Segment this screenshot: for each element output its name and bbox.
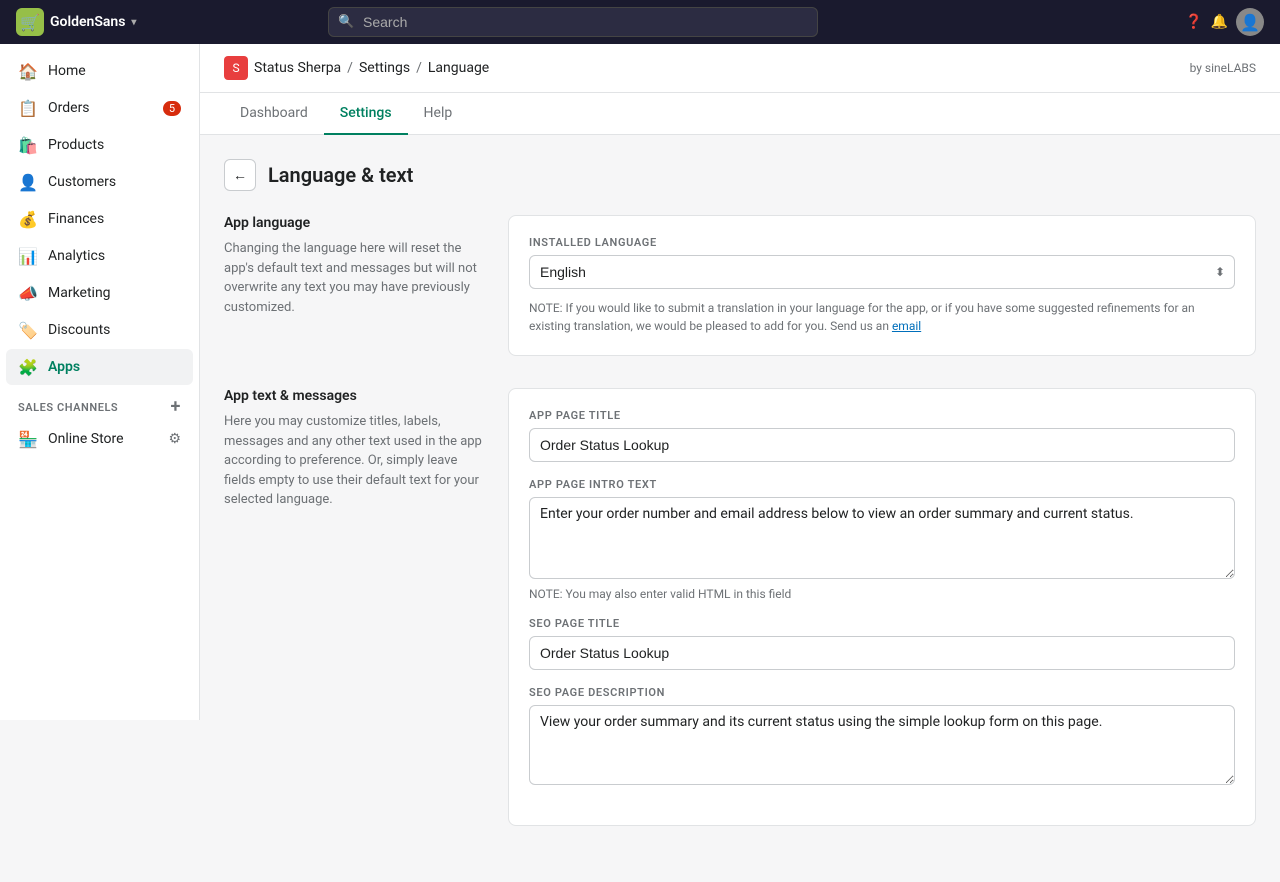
bell-icon[interactable]: 🔔 xyxy=(1211,14,1228,30)
tabs-bar: Dashboard Settings Help xyxy=(200,93,1280,135)
sidebar-item-marketing[interactable]: 📣 Marketing xyxy=(6,275,193,311)
store-name-label: GoldenSans xyxy=(50,14,125,30)
email-link[interactable]: email xyxy=(892,319,921,333)
app-page-intro-group: APP PAGE INTRO TEXT NOTE: You may also e… xyxy=(529,478,1235,601)
marketing-icon: 📣 xyxy=(18,283,38,303)
app-language-card: Installed language English French German… xyxy=(508,215,1256,356)
tab-settings[interactable]: Settings xyxy=(324,93,408,135)
sidebar-item-home[interactable]: 🏠 Home xyxy=(6,53,193,89)
back-button[interactable]: ← xyxy=(224,159,256,191)
nav-right: ❓ 🔔 👤 xyxy=(1185,8,1264,36)
sidebar: 🏠 Home 📋 Orders 5 🛍️ Products 👤 Customer… xyxy=(0,44,200,720)
app-language-title: App language xyxy=(224,215,484,231)
add-sales-channel-button[interactable]: + xyxy=(171,398,181,416)
app-text-desc: Here you may customize titles, labels, m… xyxy=(224,412,484,510)
app-icon: S xyxy=(224,56,248,80)
seo-desc-label: SEO PAGE DESCRIPTION xyxy=(529,686,1235,699)
sidebar-item-finances[interactable]: 💰 Finances xyxy=(6,201,193,237)
finances-icon: 💰 xyxy=(18,209,38,229)
badge-orders: 5 xyxy=(163,101,181,116)
seo-desc-group: SEO PAGE DESCRIPTION xyxy=(529,686,1235,789)
breadcrumb-sep1: / xyxy=(347,60,353,76)
content-area: ← Language & text App language Changing … xyxy=(200,135,1280,882)
sidebar-item-label: Home xyxy=(48,63,86,79)
tab-help[interactable]: Help xyxy=(408,93,469,135)
app-page-intro-textarea[interactable] xyxy=(529,497,1235,579)
orders-icon: 📋 xyxy=(18,98,38,118)
online-store-settings-icon[interactable]: ⚙ xyxy=(168,431,181,447)
app-page-intro-note: NOTE: You may also enter valid HTML in t… xyxy=(529,587,1235,601)
language-note: NOTE: If you would like to submit a tran… xyxy=(529,299,1235,335)
breadcrumb-section[interactable]: Settings xyxy=(359,60,410,76)
store-icon: 🛒 xyxy=(16,8,44,36)
app-text-description: App text & messages Here you may customi… xyxy=(224,388,484,826)
products-icon: 🛍️ xyxy=(18,135,38,155)
sidebar-item-label: Apps xyxy=(48,359,80,375)
sidebar-item-label: Customers xyxy=(48,174,116,190)
sidebar-item-label: Products xyxy=(48,137,104,153)
app-text-title: App text & messages xyxy=(224,388,484,404)
sidebar-item-products[interactable]: 🛍️ Products xyxy=(6,127,193,163)
text-fields-card: APP PAGE TITLE APP PAGE INTRO TEXT NOTE:… xyxy=(508,388,1256,826)
seo-title-input[interactable] xyxy=(529,636,1235,670)
sidebar-item-discounts[interactable]: 🏷️ Discounts xyxy=(6,312,193,348)
avatar[interactable]: 👤 xyxy=(1236,8,1264,36)
language-select[interactable]: English French German Spanish xyxy=(529,255,1235,289)
sidebar-item-label: Online Store xyxy=(48,431,124,447)
app-page-title-input[interactable] xyxy=(529,428,1235,462)
app-language-description: App language Changing the language here … xyxy=(224,215,484,356)
sidebar-item-apps[interactable]: 🧩 Apps xyxy=(6,349,193,385)
customers-icon: 👤 xyxy=(18,172,38,192)
app-layout: 🏠 Home 📋 Orders 5 🛍️ Products 👤 Customer… xyxy=(0,44,1280,882)
app-page-intro-label: APP PAGE INTRO TEXT xyxy=(529,478,1235,491)
app-language-desc: Changing the language here will reset th… xyxy=(224,239,484,317)
store-selector[interactable]: 🛒 GoldenSans ▾ xyxy=(16,8,136,36)
sales-channels-title: SALES CHANNELS xyxy=(18,401,118,414)
installed-language-card: Installed language English French German… xyxy=(508,215,1256,356)
breadcrumb-page: Language xyxy=(428,60,489,76)
seo-title-group: SEO PAGE TITLE xyxy=(529,617,1235,670)
search-input[interactable] xyxy=(328,7,818,37)
top-navigation: 🛒 GoldenSans ▾ 🔍 ❓ 🔔 👤 xyxy=(0,0,1280,44)
app-page-title-group: APP PAGE TITLE xyxy=(529,409,1235,462)
sidebar-item-customers[interactable]: 👤 Customers xyxy=(6,164,193,200)
online-store-icon: 🏪 xyxy=(18,429,38,449)
chevron-down-icon: ▾ xyxy=(131,17,136,28)
seo-title-label: SEO PAGE TITLE xyxy=(529,617,1235,630)
page-title: Language & text xyxy=(268,163,413,187)
sidebar-item-online-store[interactable]: 🏪 Online Store ⚙ xyxy=(6,421,193,457)
seo-desc-textarea[interactable] xyxy=(529,705,1235,785)
language-select-wrap: English French German Spanish ⬍ xyxy=(529,255,1235,289)
apps-icon: 🧩 xyxy=(18,357,38,377)
sales-channels-section: SALES CHANNELS + xyxy=(0,386,199,420)
sidebar-item-analytics[interactable]: 📊 Analytics xyxy=(6,238,193,274)
sidebar-item-label: Analytics xyxy=(48,248,105,264)
breadcrumb-sep2: / xyxy=(416,60,422,76)
app-text-section: App text & messages Here you may customi… xyxy=(224,388,1256,826)
app-page-title-label: APP PAGE TITLE xyxy=(529,409,1235,422)
page-header: S Status Sherpa / Settings / Language by… xyxy=(200,44,1280,93)
tab-dashboard[interactable]: Dashboard xyxy=(224,93,324,135)
home-icon: 🏠 xyxy=(18,61,38,81)
search-bar: 🔍 xyxy=(328,7,818,37)
main-content: S Status Sherpa / Settings / Language by… xyxy=(200,44,1280,882)
sidebar-item-label: Discounts xyxy=(48,322,110,338)
help-icon[interactable]: ❓ xyxy=(1185,14,1202,30)
page-title-row: ← Language & text xyxy=(224,159,1256,191)
sidebar-item-label: Finances xyxy=(48,211,104,227)
breadcrumb: S Status Sherpa / Settings / Language xyxy=(224,56,489,80)
app-text-card: APP PAGE TITLE APP PAGE INTRO TEXT NOTE:… xyxy=(508,388,1256,826)
nav-icons: ❓ 🔔 xyxy=(1185,14,1228,30)
discounts-icon: 🏷️ xyxy=(18,320,38,340)
sidebar-item-label: Orders xyxy=(48,100,90,116)
by-label: by sineLABS xyxy=(1190,61,1256,75)
sidebar-item-label: Marketing xyxy=(48,285,111,301)
sidebar-item-orders[interactable]: 📋 Orders 5 xyxy=(6,90,193,126)
analytics-icon: 📊 xyxy=(18,246,38,266)
app-language-section: App language Changing the language here … xyxy=(224,215,1256,356)
installed-language-label: Installed language xyxy=(529,236,1235,249)
breadcrumb-app-name: Status Sherpa xyxy=(254,60,341,76)
search-icon: 🔍 xyxy=(338,15,354,30)
